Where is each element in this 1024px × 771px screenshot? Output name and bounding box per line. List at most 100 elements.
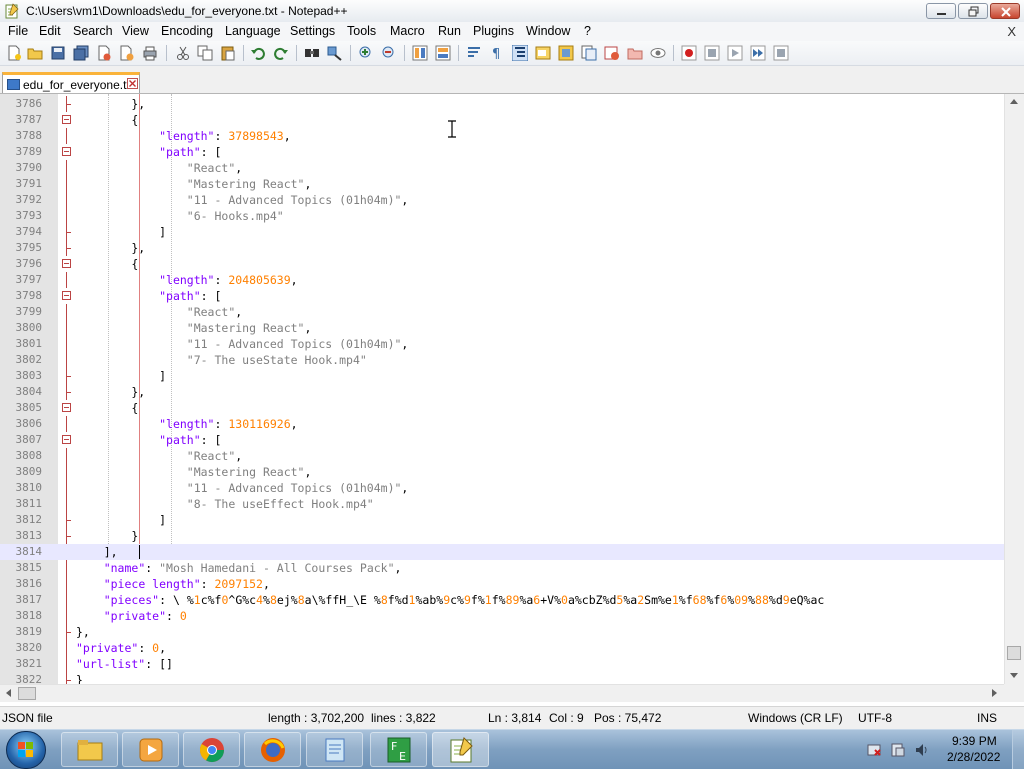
folder-icon[interactable]	[627, 45, 643, 61]
document-map-icon[interactable]	[558, 45, 574, 61]
code-line[interactable]: 3810 "11 - Advanced Topics (01h04m)",	[0, 480, 1004, 496]
close-all-icon[interactable]	[119, 45, 135, 61]
menu-window[interactable]: Window	[526, 24, 570, 38]
start-button[interactable]	[6, 731, 46, 769]
menu-macro[interactable]: Macro	[390, 24, 425, 38]
user-defined-language-icon[interactable]	[535, 45, 551, 61]
save-all-icon[interactable]	[73, 45, 89, 61]
code-line[interactable]: 3796 {	[0, 256, 1004, 272]
close-document-button[interactable]: X	[1007, 24, 1016, 39]
menu-language[interactable]: Language	[225, 24, 281, 38]
code-line[interactable]: 3818 "private": 0	[0, 608, 1004, 624]
clock-time[interactable]: 9:39 PM	[952, 734, 997, 748]
menu-search[interactable]: Search	[73, 24, 113, 38]
monitoring-eye-icon[interactable]	[650, 45, 666, 61]
maximize-button[interactable]	[958, 3, 988, 19]
code-line[interactable]: 3797 "length": 204805639,	[0, 272, 1004, 288]
code-line[interactable]: 3788 "length": 37898543,	[0, 128, 1004, 144]
taskbar-explorer[interactable]	[61, 732, 118, 767]
editor[interactable]: 3786 }, 3787 {3788 "length": 37898543, 378…	[0, 94, 1004, 684]
code-line[interactable]: 3800 "Mastering React",	[0, 320, 1004, 336]
save-icon[interactable]	[50, 45, 66, 61]
minimize-button[interactable]	[926, 3, 956, 19]
close-file-icon[interactable]	[96, 45, 112, 61]
code-line[interactable]: 3822}	[0, 672, 1004, 684]
cut-icon[interactable]	[175, 45, 191, 61]
paste-icon[interactable]	[220, 45, 236, 61]
code-line[interactable]: 3808 "React",	[0, 448, 1004, 464]
code-line[interactable]: 3786 },	[0, 96, 1004, 112]
vertical-scroll-thumb[interactable]	[1007, 646, 1021, 660]
code-line[interactable]: 3798 "path": [	[0, 288, 1004, 304]
code-line[interactable]: 3794 ]	[0, 224, 1004, 240]
taskbar-media-player[interactable]	[122, 732, 179, 767]
code-line[interactable]: 3789 "path": [	[0, 144, 1004, 160]
macro-stop-icon[interactable]	[704, 45, 720, 61]
find-icon[interactable]	[304, 45, 320, 61]
word-wrap-icon[interactable]	[466, 45, 482, 61]
macro-play-icon[interactable]	[727, 45, 743, 61]
code-line[interactable]: 3817 "pieces": \ %1c%f0^G%c4%8ej%8a\%ffH…	[0, 592, 1004, 608]
menu-view[interactable]: View	[122, 24, 149, 38]
zoom-in-icon[interactable]	[358, 45, 374, 61]
code-line[interactable]: 3821 "url-list": []	[0, 656, 1004, 672]
open-file-icon[interactable]	[27, 45, 43, 61]
menu-tools[interactable]: Tools	[347, 24, 376, 38]
title-bar[interactable]: C:\Users\vm1\Downloads\edu_for_everyone.…	[0, 0, 1024, 23]
code-line[interactable]: 3802 "7- The useState Hook.mp4"	[0, 352, 1004, 368]
menu-help[interactable]: ?	[584, 24, 591, 38]
taskbar-chrome[interactable]	[183, 732, 240, 767]
folder-as-workspace-icon[interactable]	[604, 45, 620, 61]
code-line[interactable]: 3803 ]	[0, 368, 1004, 384]
undo-icon[interactable]	[250, 45, 266, 61]
tab-edu-for-everyone[interactable]: edu_for_everyone.txt	[2, 72, 140, 93]
code-line[interactable]: 3816 "piece length": 2097152,	[0, 576, 1004, 592]
sync-vertical-icon[interactable]	[412, 45, 428, 61]
redo-icon[interactable]	[273, 45, 289, 61]
taskbar-notepad-plus-plus[interactable]	[432, 732, 489, 767]
code-line[interactable]: 3814 ],	[0, 544, 1004, 560]
menu-run[interactable]: Run	[438, 24, 461, 38]
horizontal-scroll-thumb[interactable]	[18, 687, 36, 700]
replace-icon[interactable]	[327, 45, 343, 61]
scroll-down-icon[interactable]	[1010, 673, 1018, 678]
system-tray-icons[interactable]	[866, 742, 932, 758]
code-line[interactable]: 3804 },	[0, 384, 1004, 400]
code-line[interactable]: 3806 "length": 130116926,	[0, 416, 1004, 432]
show-all-characters-icon[interactable]: ¶	[489, 45, 505, 61]
show-desktop-button[interactable]	[1012, 730, 1024, 769]
code-line[interactable]: 3790 "React",	[0, 160, 1004, 176]
code-line[interactable]: 3819},	[0, 624, 1004, 640]
menu-file[interactable]: File	[8, 24, 28, 38]
function-list-icon[interactable]	[581, 45, 597, 61]
close-button[interactable]	[990, 3, 1020, 19]
code-line[interactable]: 3805 {	[0, 400, 1004, 416]
status-insert-mode[interactable]: INS	[977, 711, 997, 725]
macro-record-icon[interactable]	[681, 45, 697, 61]
clock-date[interactable]: 2/28/2022	[947, 750, 1000, 764]
macro-save-icon[interactable]	[773, 45, 789, 61]
menu-encoding[interactable]: Encoding	[161, 24, 213, 38]
print-icon[interactable]	[142, 45, 158, 61]
copy-icon[interactable]	[197, 45, 213, 61]
macro-run-multiple-icon[interactable]	[750, 45, 766, 61]
menu-settings[interactable]: Settings	[290, 24, 335, 38]
code-line[interactable]: 3795 },	[0, 240, 1004, 256]
code-line[interactable]: 3799 "React",	[0, 304, 1004, 320]
status-encoding[interactable]: UTF-8	[858, 711, 892, 725]
zoom-out-icon[interactable]	[381, 45, 397, 61]
taskbar-firefox[interactable]	[244, 732, 301, 767]
code-line[interactable]: 3787 {	[0, 112, 1004, 128]
new-file-icon[interactable]	[6, 45, 22, 61]
code-line[interactable]: 3811 "8- The useEffect Hook.mp4"	[0, 496, 1004, 512]
taskbar-file-editor[interactable]: FE	[370, 732, 427, 767]
code-line[interactable]: 3793 "6- Hooks.mp4"	[0, 208, 1004, 224]
vertical-scrollbar[interactable]	[1004, 94, 1024, 684]
code-line[interactable]: 3807 "path": [	[0, 432, 1004, 448]
code-line[interactable]: 3813 }	[0, 528, 1004, 544]
code-line[interactable]: 3791 "Mastering React",	[0, 176, 1004, 192]
scroll-up-icon[interactable]	[1010, 99, 1018, 104]
code-line[interactable]: 3792 "11 - Advanced Topics (01h04m)",	[0, 192, 1004, 208]
tab-close-icon[interactable]	[127, 78, 138, 89]
menu-plugins[interactable]: Plugins	[473, 24, 514, 38]
